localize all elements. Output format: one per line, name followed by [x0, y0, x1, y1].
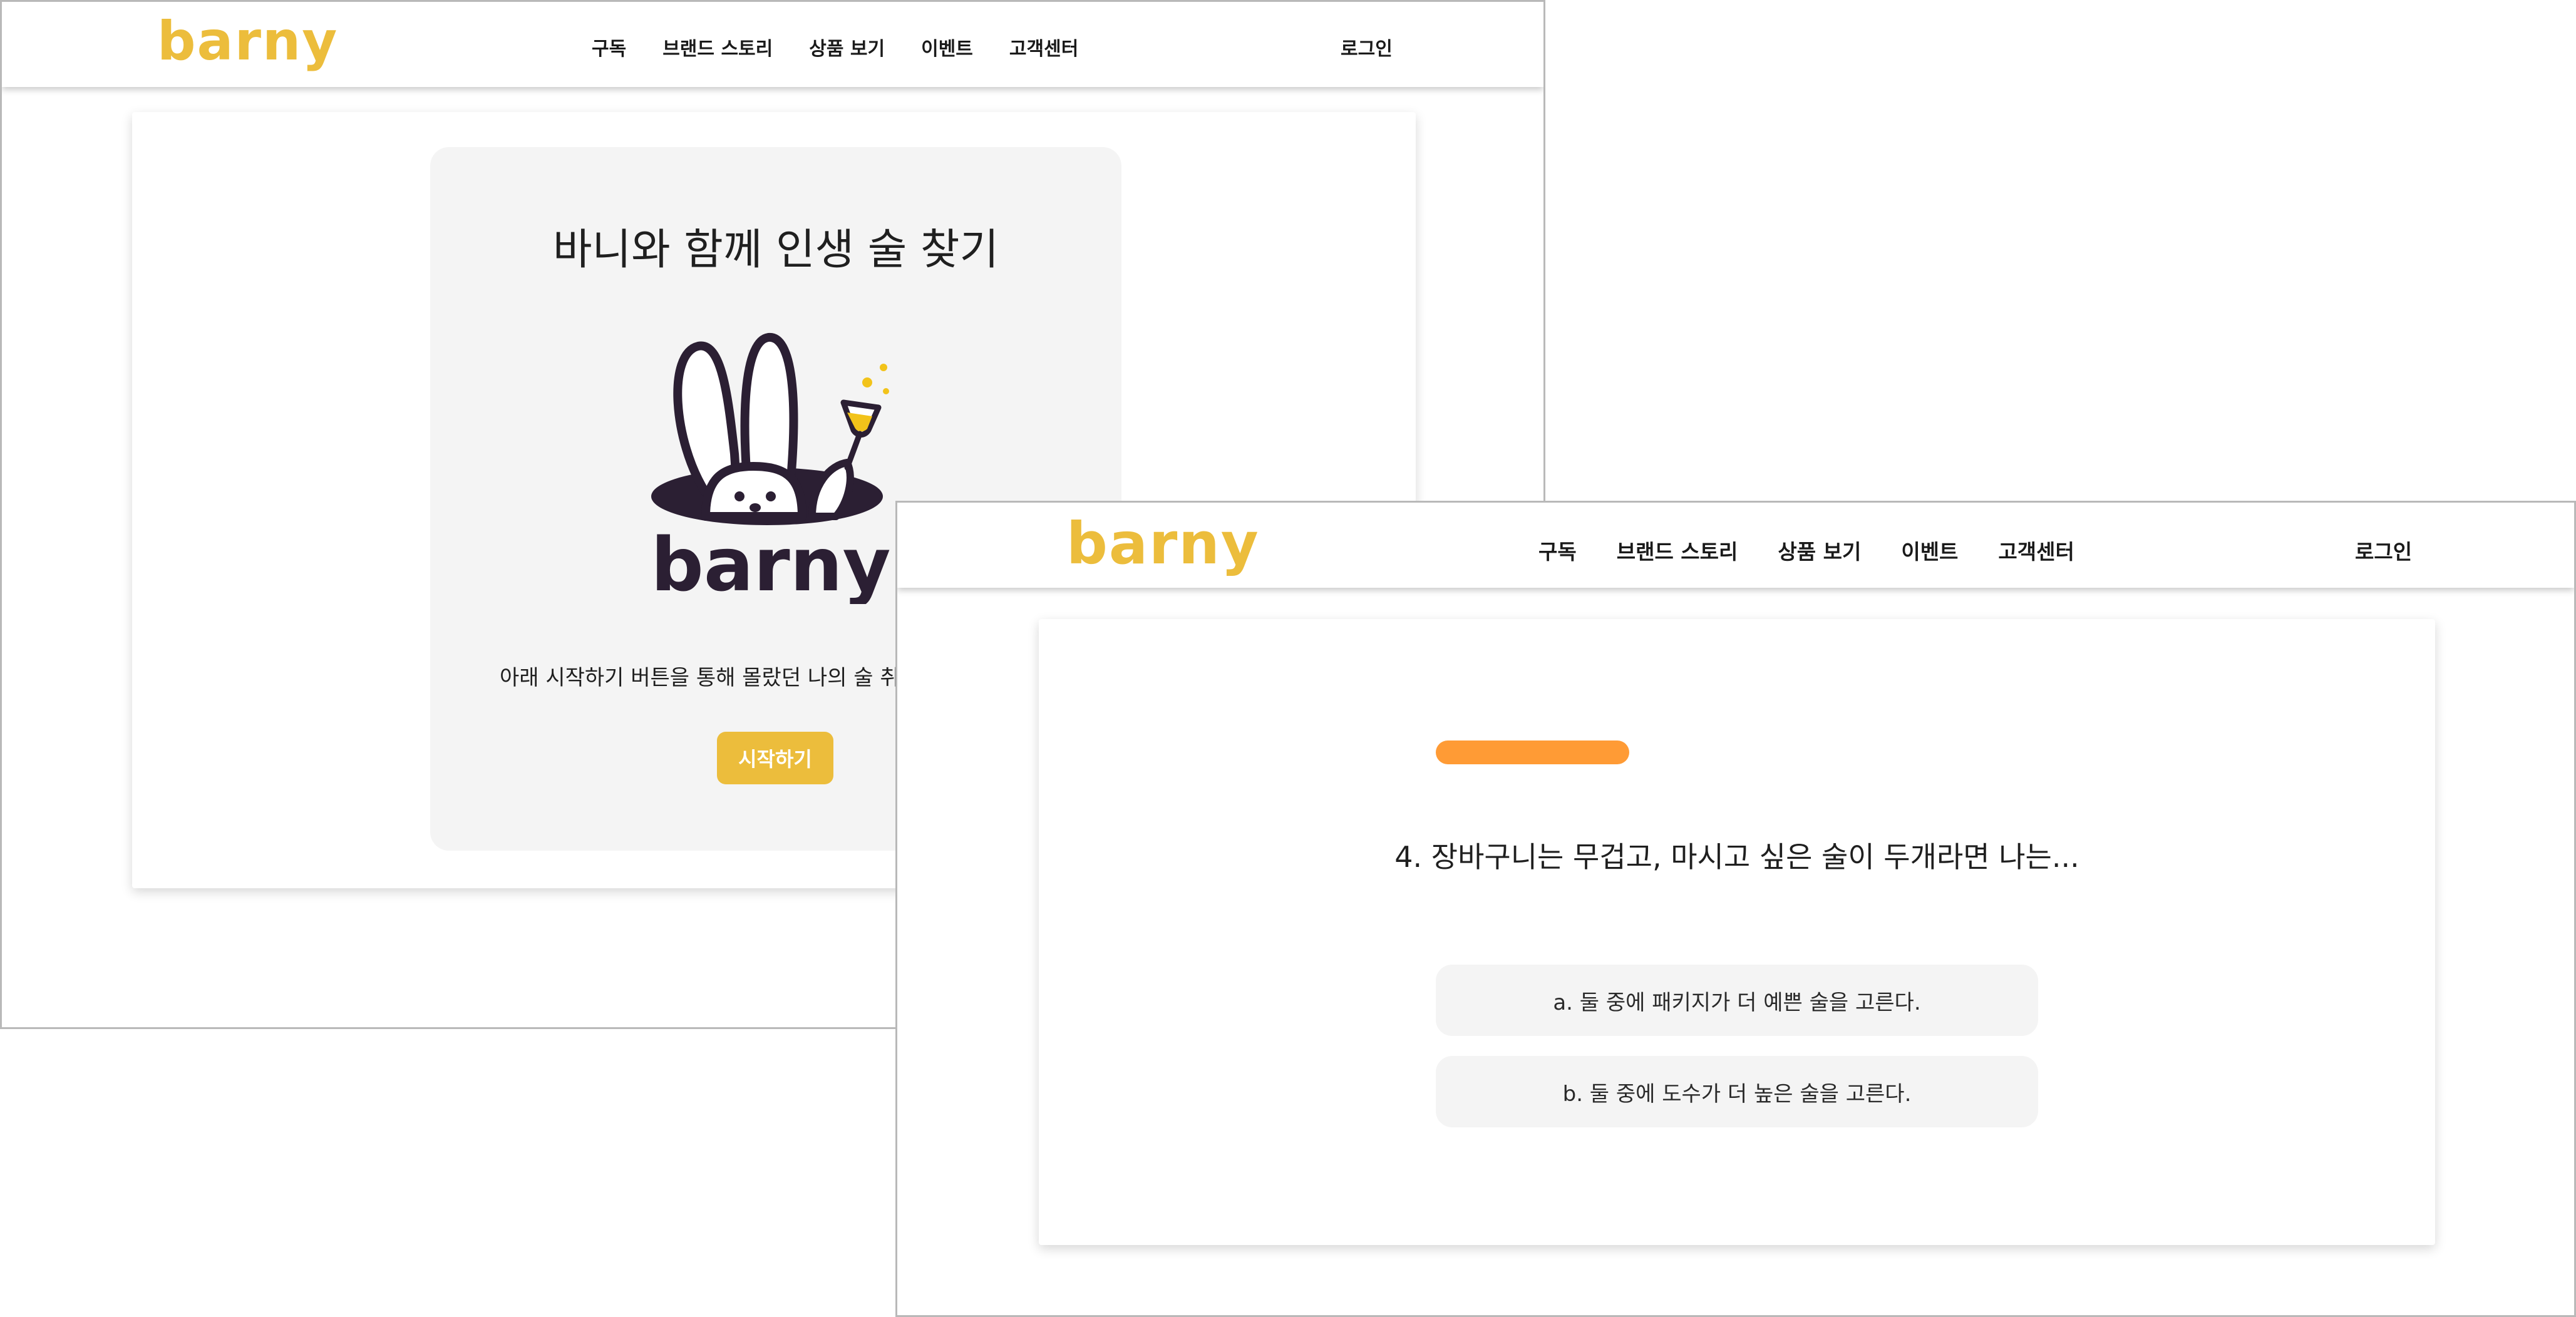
nav-item-subscribe[interactable]: 구독 [1538, 535, 1577, 565]
navbar: barny 구독 브랜드 스토리 상품 보기 이벤트 고객센터 로그인 [2, 2, 1543, 87]
navbar: barny 구독 브랜드 스토리 상품 보기 이벤트 고객센터 로그인 [897, 503, 2574, 588]
barny-logo[interactable]: barny [157, 14, 338, 68]
nav-menu: 구독 브랜드 스토리 상품 보기 이벤트 고객센터 [1538, 535, 2074, 565]
nav-item-customer-center[interactable]: 고객센터 [1998, 535, 2074, 565]
quiz-content-card: 4. 장바구니는 무겁고, 마시고 싶은 술이 두개라면 나는... a. 둘 … [1039, 619, 2435, 1245]
barny-rabbit-mascot-icon: barny [651, 333, 891, 604]
nav-item-brand-story[interactable]: 브랜드 스토리 [662, 33, 773, 61]
nav-item-products[interactable]: 상품 보기 [1778, 535, 1861, 565]
quiz-progress-fill [1436, 740, 1630, 764]
quiz-question: 4. 장바구니는 무겁고, 마시고 싶은 술이 두개라면 나는... [1394, 840, 2079, 874]
nav-item-customer-center[interactable]: 고객센터 [1009, 33, 1078, 61]
nav-item-products[interactable]: 상품 보기 [809, 33, 885, 61]
login-link[interactable]: 로그인 [1341, 33, 1393, 61]
quiz-window: barny 구독 브랜드 스토리 상품 보기 이벤트 고객센터 로그인 4. 장… [895, 501, 2576, 1317]
quiz-progress-bar [1436, 740, 2041, 764]
start-button[interactable]: 시작하기 [717, 732, 833, 784]
nav-menu: 구독 브랜드 스토리 상품 보기 이벤트 고객센터 [592, 33, 1078, 61]
nav-item-events[interactable]: 이벤트 [921, 33, 973, 61]
answer-option-b[interactable]: b. 둘 중에 도수가 더 높은 술을 고른다. [1436, 1056, 2038, 1127]
mascot-wordmark: barny [651, 521, 890, 604]
nav-item-events[interactable]: 이벤트 [1901, 535, 1958, 565]
nav-item-subscribe[interactable]: 구독 [592, 33, 626, 61]
barny-logo[interactable]: barny [1066, 515, 1260, 573]
login-link[interactable]: 로그인 [2355, 535, 2412, 565]
answer-option-a[interactable]: a. 둘 중에 패키지가 더 예쁜 술을 고른다. [1436, 965, 2038, 1036]
page-title: 바니와 함께 인생 술 찾기 [552, 225, 999, 275]
nav-item-brand-story[interactable]: 브랜드 스토리 [1617, 535, 1738, 565]
